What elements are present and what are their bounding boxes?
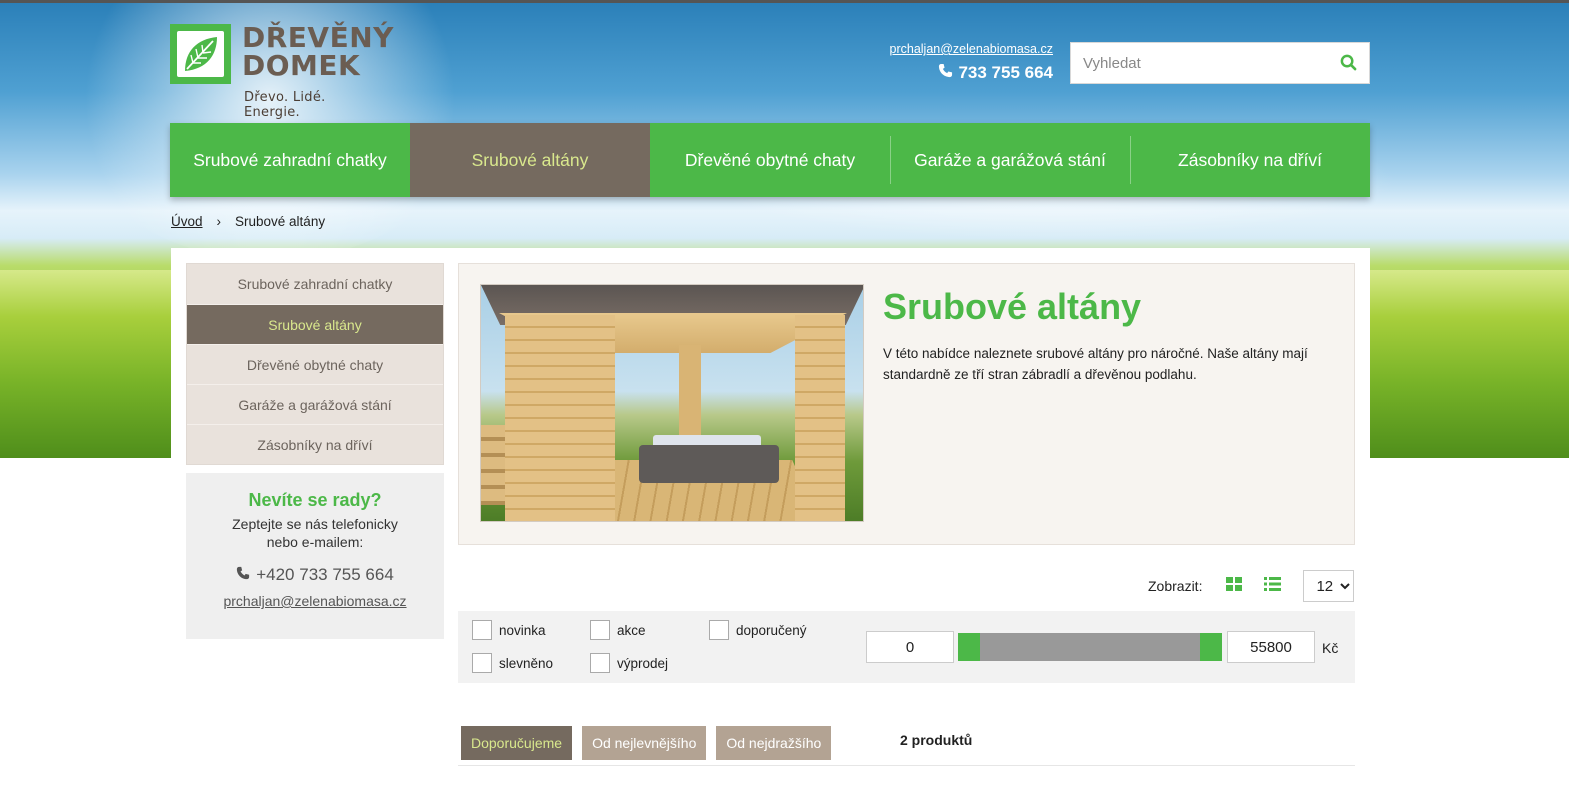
breadcrumb-home-link[interactable]: Úvod <box>171 214 203 229</box>
help-phone-number: +420 733 755 664 <box>256 565 394 584</box>
divider <box>458 765 1355 766</box>
display-label: Zobrazit: <box>1148 578 1203 594</box>
page-title: Srubové altány <box>883 286 1142 327</box>
currency-label: Kč <box>1322 640 1339 656</box>
help-email-link[interactable]: prchaljan@zelenabiomasa.cz <box>186 593 444 609</box>
per-page-select[interactable]: 12 <box>1303 570 1355 602</box>
sidebar-item-garaze[interactable]: Garáže a garážová stání <box>187 384 443 424</box>
category-image <box>480 284 864 522</box>
display-controls: Zobrazit: 12 <box>1148 570 1355 602</box>
logo-tagline: Dřevo. Lidé. Energie. <box>244 90 326 120</box>
price-from-input[interactable] <box>866 631 954 663</box>
category-intro: Srubové altány V této nabídce naleznete … <box>458 263 1355 545</box>
nav-item-srubove-zahradni-chatky[interactable]: Srubové zahradní chatky <box>170 123 410 197</box>
nav-item-garaze[interactable]: Garáže a garážová stání <box>890 123 1130 197</box>
price-slider-min-handle[interactable] <box>958 633 980 661</box>
help-box: Nevíte se rady? Zeptejte se nás telefoni… <box>186 473 444 639</box>
phone-icon <box>938 63 953 83</box>
checkbox[interactable] <box>472 620 492 640</box>
price-to-input[interactable] <box>1227 631 1315 663</box>
nav-item-drevene-obytne-chaty[interactable]: Dřevěné obytné chaty <box>650 123 890 197</box>
filter-doporuceny[interactable]: doporučený <box>709 620 807 640</box>
filter-bar: novinka akce doporučený slevněno výprode… <box>458 611 1355 683</box>
checkbox[interactable] <box>472 653 492 673</box>
category-description: V této nabídce naleznete srubové altány … <box>883 346 1308 382</box>
help-text: Zeptejte se nás telefonicky nebo e-maile… <box>232 516 398 550</box>
grid-view-icon[interactable] <box>1226 576 1243 596</box>
main-navigation: Srubové zahradní chatky Srubové altány D… <box>170 123 1370 197</box>
help-phone[interactable]: +420 733 755 664 <box>186 565 444 585</box>
logo-name: DŘEVĚNÝ DOMEK <box>242 21 394 82</box>
filter-vyprodej[interactable]: výprodej <box>590 653 668 673</box>
header-phone[interactable]: 733 755 664 <box>938 63 1053 83</box>
filter-novinka[interactable]: novinka <box>472 620 546 640</box>
nav-item-srubove-altany[interactable]: Srubové altány <box>410 123 650 197</box>
search-input[interactable] <box>1071 43 1321 83</box>
sort-most-expensive-button[interactable]: Od nejdražšího <box>716 726 832 760</box>
sidebar-item-srubove-altany[interactable]: Srubové altány <box>187 304 443 344</box>
breadcrumb-current: Srubové altány <box>235 214 326 229</box>
checkbox[interactable] <box>590 653 610 673</box>
checkbox[interactable] <box>709 620 729 640</box>
sidebar-item-zasobniky[interactable]: Zásobníky na dříví <box>187 424 443 464</box>
list-view-icon[interactable] <box>1264 576 1282 596</box>
leaf-logo-icon <box>170 24 231 84</box>
sort-buttons: Doporučujeme Od nejlevnějšího Od nejdraž… <box>461 726 832 760</box>
sidebar-menu: Srubové zahradní chatky Srubové altány D… <box>186 263 444 465</box>
sort-recommended-button[interactable]: Doporučujeme <box>461 726 573 760</box>
search-box <box>1070 42 1370 84</box>
breadcrumb-separator: › <box>216 214 222 229</box>
phone-icon <box>236 565 250 585</box>
sidebar-item-srubove-zahradni-chatky[interactable]: Srubové zahradní chatky <box>187 264 443 304</box>
checkbox[interactable] <box>590 620 610 640</box>
filter-akce[interactable]: akce <box>590 620 646 640</box>
nav-item-zasobniky[interactable]: Zásobníky na dříví <box>1130 123 1370 197</box>
sidebar-item-drevene-obytne-chaty[interactable]: Dřevěné obytné chaty <box>187 344 443 384</box>
search-icon[interactable] <box>1340 54 1357 76</box>
top-border <box>0 0 1569 3</box>
help-title: Nevíte se rady? <box>248 490 382 510</box>
price-slider[interactable] <box>958 633 1222 661</box>
filter-slevneno[interactable]: slevněno <box>472 653 553 673</box>
header-phone-number: 733 755 664 <box>958 63 1053 82</box>
product-count: 2 produktů <box>900 732 973 748</box>
sort-cheapest-button[interactable]: Od nejlevnějšího <box>582 726 707 760</box>
site-logo[interactable]: DŘEVĚNÝ DOMEK Dřevo. Lidé. Energie. <box>170 24 393 120</box>
price-slider-max-handle[interactable] <box>1200 633 1222 661</box>
header-email-link[interactable]: prchaljan@zelenabiomasa.cz <box>890 42 1053 56</box>
breadcrumb: Úvod › Srubové altány <box>171 214 325 229</box>
